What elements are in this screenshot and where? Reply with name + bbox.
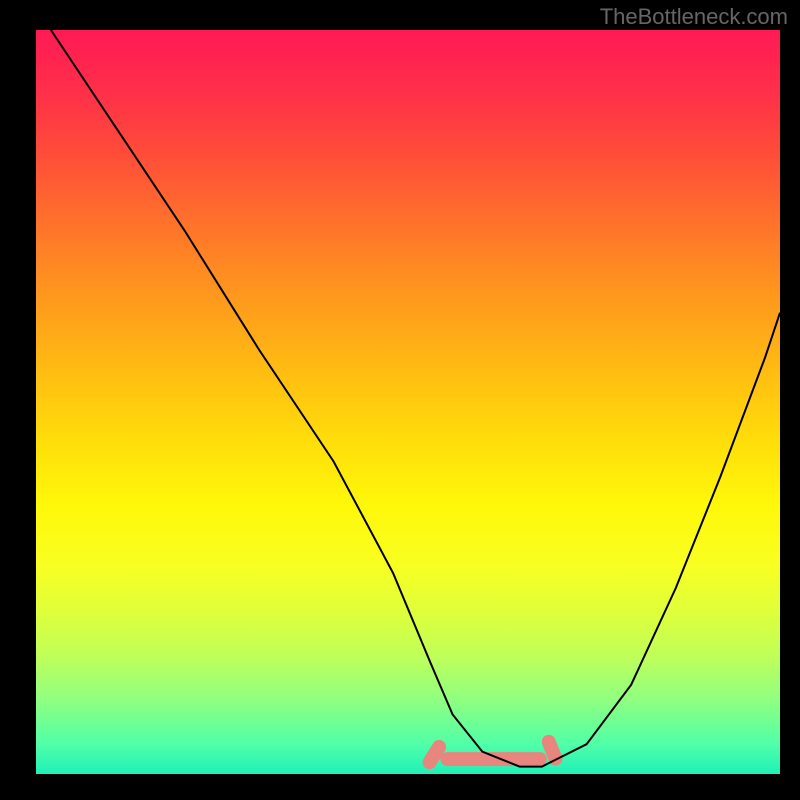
- curve-path: [51, 30, 780, 767]
- flat-segment-bar: [440, 752, 547, 766]
- curve-path-group: [51, 30, 780, 767]
- plot-area: [36, 30, 780, 774]
- chart-svg: [36, 30, 780, 774]
- watermark-text: TheBottleneck.com: [600, 4, 788, 30]
- chart-container: TheBottleneck.com: [0, 0, 800, 800]
